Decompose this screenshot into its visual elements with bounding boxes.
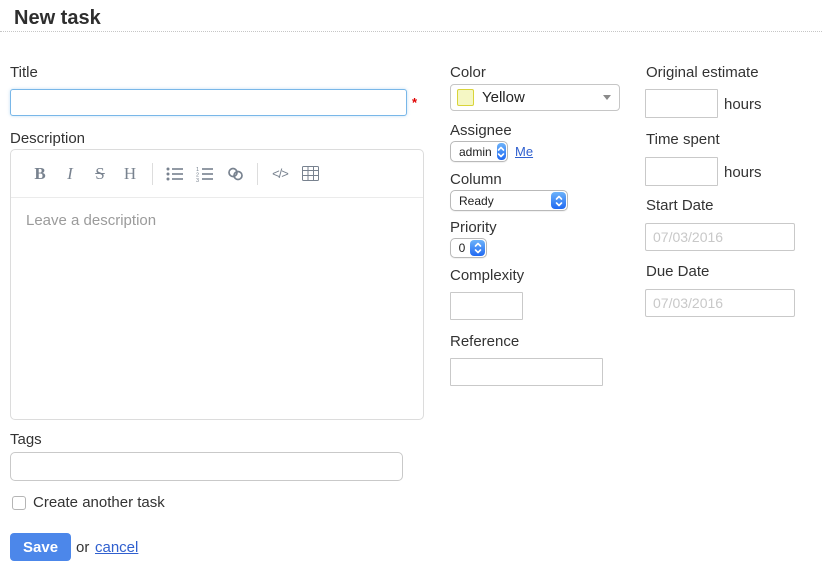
column-select[interactable]: Ready <box>450 190 568 211</box>
create-another-checkbox[interactable] <box>12 496 26 510</box>
ordered-list-icon: 1 2 3 <box>196 166 214 182</box>
complexity-input[interactable] <box>450 292 523 320</box>
tags-input[interactable] <box>10 452 403 481</box>
table-icon <box>302 166 319 181</box>
start-date-input[interactable] <box>645 223 795 251</box>
header-divider <box>0 31 822 32</box>
or-text: or <box>76 539 89 556</box>
priority-select[interactable]: 0 <box>450 238 487 258</box>
chevron-down-icon <box>603 95 611 100</box>
unordered-list-icon <box>166 166 184 182</box>
tags-label: Tags <box>10 431 42 448</box>
create-another-label: Create another task <box>33 494 165 511</box>
strikethrough-icon: S <box>95 164 104 184</box>
title-label: Title <box>10 64 38 81</box>
complexity-label: Complexity <box>450 267 524 284</box>
column-selected-value: Ready <box>451 194 550 208</box>
description-label: Description <box>10 130 85 147</box>
priority-label: Priority <box>450 219 497 236</box>
start-date-label: Start Date <box>646 197 714 214</box>
original-estimate-input[interactable] <box>645 89 718 118</box>
save-button[interactable]: Save <box>10 533 71 561</box>
editor-toolbar: B I S H 1 2 3 <box>11 150 423 198</box>
reference-label: Reference <box>450 333 519 350</box>
assignee-selected-value: admin <box>451 145 496 159</box>
assignee-label: Assignee <box>450 122 512 139</box>
color-label: Color <box>450 64 486 81</box>
title-input[interactable] <box>10 89 407 116</box>
ordered-list-button[interactable]: 1 2 3 <box>190 159 220 189</box>
link-button[interactable] <box>220 159 250 189</box>
table-button[interactable] <box>295 159 325 189</box>
select-stepper-icon <box>497 143 506 160</box>
svg-text:3: 3 <box>196 178 199 182</box>
time-spent-input[interactable] <box>645 157 718 186</box>
heading-button[interactable]: H <box>115 159 145 189</box>
code-icon: </> <box>272 166 288 181</box>
assign-me-link[interactable]: Me <box>515 144 533 159</box>
column-label: Column <box>450 171 502 188</box>
heading-icon: H <box>124 164 136 184</box>
original-estimate-unit: hours <box>724 96 762 113</box>
toolbar-separator <box>257 163 258 185</box>
unordered-list-button[interactable] <box>160 159 190 189</box>
code-button[interactable]: </> <box>265 159 295 189</box>
reference-input[interactable] <box>450 358 603 386</box>
new-task-page: New task Title * Description B I S H 1 2… <box>0 0 822 569</box>
color-selected-value: Yellow <box>482 89 603 106</box>
due-date-label: Due Date <box>646 263 709 280</box>
italic-button[interactable]: I <box>55 159 85 189</box>
bold-button[interactable]: B <box>25 159 55 189</box>
time-spent-unit: hours <box>724 164 762 181</box>
cancel-link[interactable]: cancel <box>95 539 138 556</box>
color-select[interactable]: Yellow <box>450 84 620 111</box>
italic-icon: I <box>67 164 73 184</box>
link-icon <box>226 166 245 182</box>
priority-selected-value: 0 <box>451 241 469 255</box>
assignee-select[interactable]: admin <box>450 141 508 162</box>
color-swatch-yellow <box>457 89 474 106</box>
strikethrough-button[interactable]: S <box>85 159 115 189</box>
select-stepper-icon <box>470 240 485 256</box>
bold-icon: B <box>34 164 45 184</box>
description-textarea[interactable] <box>11 198 423 416</box>
time-spent-label: Time spent <box>646 131 720 148</box>
select-stepper-icon <box>551 192 566 209</box>
toolbar-separator <box>152 163 153 185</box>
description-editor: B I S H 1 2 3 <box>10 149 424 420</box>
page-title: New task <box>14 7 101 30</box>
due-date-input[interactable] <box>645 289 795 317</box>
original-estimate-label: Original estimate <box>646 64 759 81</box>
required-asterisk: * <box>412 95 417 110</box>
